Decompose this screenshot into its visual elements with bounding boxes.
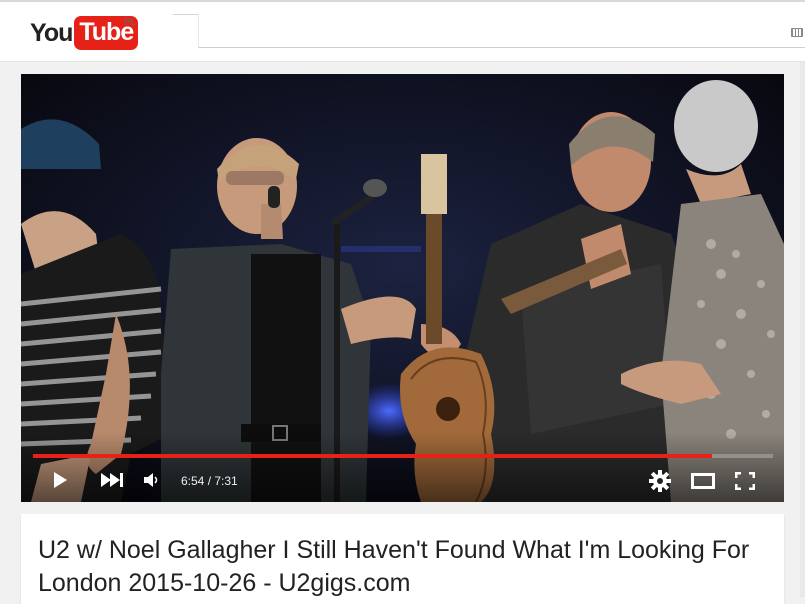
search-input[interactable]	[205, 14, 769, 46]
youtube-logo[interactable]: You Tube	[30, 16, 139, 50]
progress-bar[interactable]	[33, 454, 773, 458]
theater-mode-icon[interactable]	[691, 472, 715, 495]
country-code: PL	[124, 17, 137, 28]
keyboard-icon[interactable]	[791, 28, 803, 37]
next-icon[interactable]	[99, 472, 123, 493]
fullscreen-icon[interactable]	[734, 471, 756, 495]
play-icon[interactable]	[51, 471, 69, 494]
video-player[interactable]: 6:54 / 7:31	[21, 74, 784, 502]
top-border	[0, 0, 805, 2]
time-separator: /	[204, 474, 215, 488]
duration: 7:31	[214, 474, 238, 488]
time-display: 6:54 / 7:31	[181, 474, 238, 488]
masthead: You Tube PL	[0, 0, 805, 62]
scrollbar-track[interactable]	[800, 62, 805, 597]
search-box[interactable]	[198, 14, 805, 48]
player-controls: 6:54 / 7:31	[21, 466, 784, 496]
progress-bar-played	[33, 454, 713, 458]
current-time: 6:54	[181, 474, 205, 488]
video-title: U2 w/ Noel Gallagher I Still Haven't Fou…	[38, 536, 750, 597]
logo-you-text: You	[30, 18, 73, 47]
video-info-card: U2 w/ Noel Gallagher I Still Haven't Fou…	[21, 514, 784, 604]
volume-icon[interactable]	[143, 472, 159, 493]
gear-icon[interactable]	[649, 470, 671, 497]
